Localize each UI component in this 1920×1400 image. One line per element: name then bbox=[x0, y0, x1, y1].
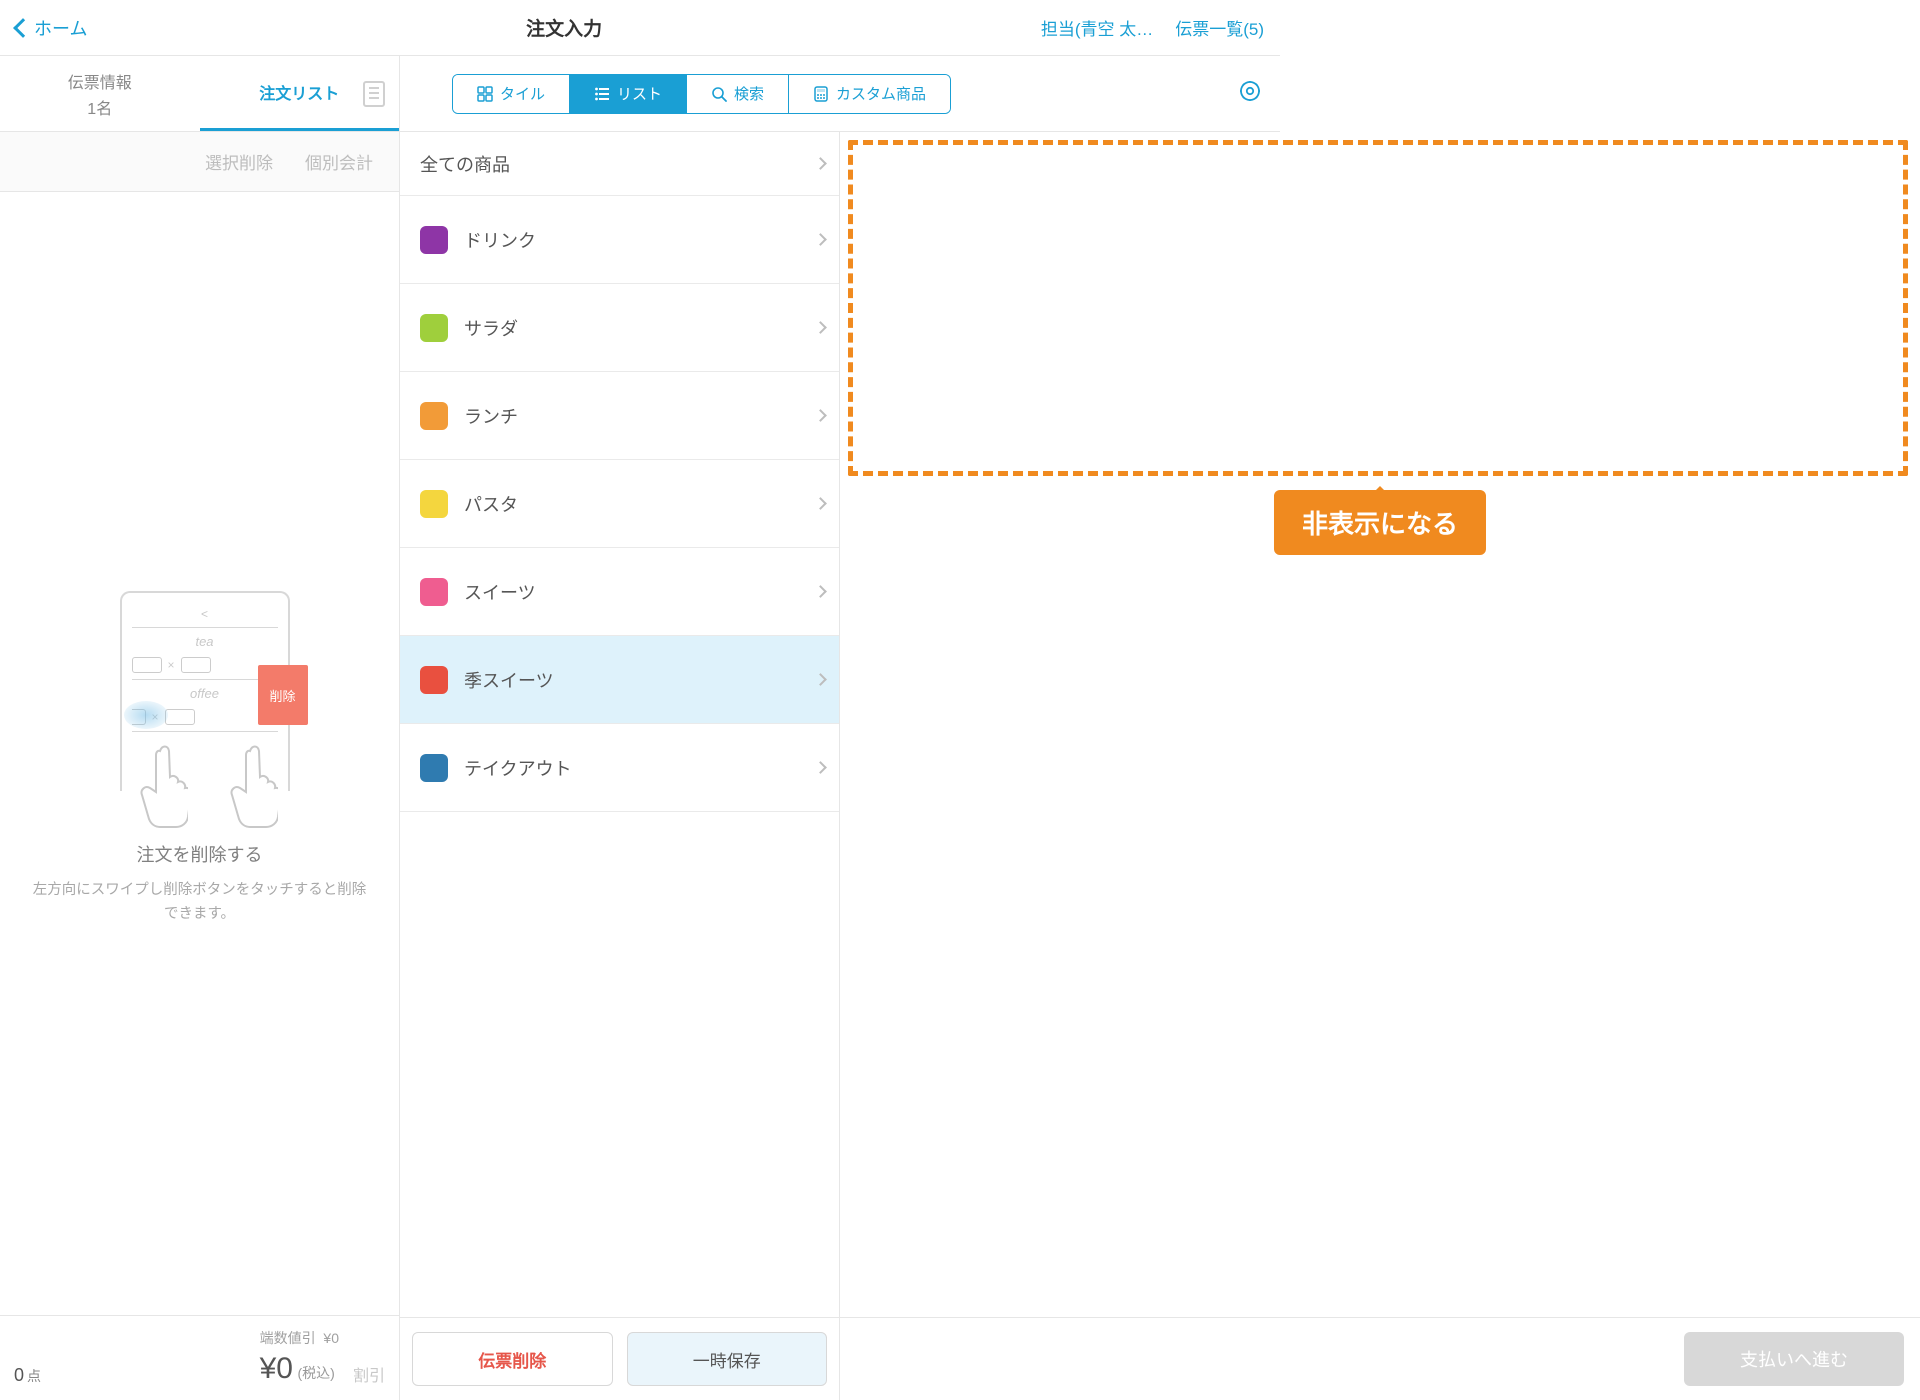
mid-footer: 伝票削除 一時保存 bbox=[400, 1317, 839, 1400]
empty-description: 左方向にスワイプし削除ボタンをタッチすると削除できます。 bbox=[30, 879, 369, 925]
view-toggle: タイル リスト 検索 カスタム商品 bbox=[452, 74, 951, 114]
view-search-label: 検索 bbox=[734, 83, 764, 104]
view-custom-label: カスタム商品 bbox=[836, 83, 926, 104]
tab-slip-people-label: 1名 bbox=[87, 95, 112, 119]
select-delete-button[interactable]: 選択削除 bbox=[205, 149, 273, 174]
chevron-right-icon bbox=[814, 157, 827, 170]
rounding-label: 端数値引 bbox=[260, 1330, 316, 1346]
page-title: 注文入力 bbox=[526, 14, 602, 41]
hand-icon bbox=[138, 739, 188, 829]
order-list-panel: 選択削除 個別会計 < tea × offee × 削除 bbox=[0, 132, 400, 1400]
empty-title: 注文を削除する bbox=[137, 841, 263, 867]
category-label: パスタ bbox=[464, 491, 800, 517]
home-label: ホーム bbox=[34, 15, 87, 41]
view-search-button[interactable]: 検索 bbox=[687, 75, 789, 113]
category-panel: 全ての商品 ドリンクサラダランチパスタスイーツ季スイーツテイクアウト 伝票削除 … bbox=[400, 132, 840, 1400]
category-item[interactable]: スイーツ bbox=[400, 548, 839, 636]
rounding-value: ¥0 bbox=[323, 1330, 339, 1346]
chevron-left-icon bbox=[13, 18, 33, 38]
top-bar: ホーム 注文入力 担当(青空 太… 伝票一覧(5) bbox=[0, 0, 1280, 56]
color-swatch bbox=[420, 402, 448, 430]
view-toggle-row: タイル リスト 検索 カスタム商品 bbox=[400, 56, 1280, 131]
category-item[interactable]: ドリンク bbox=[400, 196, 839, 284]
chevron-right-icon bbox=[814, 233, 827, 246]
category-label: ランチ bbox=[464, 403, 800, 429]
search-icon bbox=[711, 86, 727, 102]
staff-button[interactable]: 担当(青空 太… bbox=[1041, 15, 1153, 40]
color-swatch bbox=[420, 666, 448, 694]
top-right-actions: 担当(青空 太… 伝票一覧(5) bbox=[1041, 15, 1264, 40]
chevron-right-icon bbox=[814, 321, 827, 334]
empty-state: < tea × offee × 削除 注文を削除する 左方向にスワイプし削除ボタ… bbox=[0, 192, 399, 1315]
delete-slip-button[interactable]: 伝票削除 bbox=[412, 1332, 613, 1386]
rounding-row: 端数値引 ¥0 bbox=[260, 1328, 339, 1348]
category-item[interactable]: サラダ bbox=[400, 284, 839, 372]
sub-header: 伝票情報 1名 注文リスト タイル リスト 検索 カスタム商品 bbox=[0, 56, 1280, 132]
color-swatch bbox=[420, 578, 448, 606]
chevron-right-icon bbox=[814, 761, 827, 774]
grid-icon bbox=[477, 86, 493, 102]
split-bill-button[interactable]: 個別会計 bbox=[305, 149, 373, 174]
view-tile-button[interactable]: タイル bbox=[453, 75, 570, 113]
left-tabs: 伝票情報 1名 注文リスト bbox=[0, 56, 400, 131]
total-amount: ¥0 bbox=[260, 1352, 293, 1385]
order-actions: 選択削除 個別会計 bbox=[0, 132, 399, 192]
right-footer: 支払いへ進む bbox=[840, 1317, 1920, 1400]
swipe-delete-illustration: < tea × offee × 削除 bbox=[90, 581, 310, 821]
category-item[interactable]: パスタ bbox=[400, 460, 839, 548]
category-item[interactable]: ランチ bbox=[400, 372, 839, 460]
chevron-right-icon bbox=[814, 409, 827, 422]
color-swatch bbox=[420, 314, 448, 342]
color-swatch bbox=[420, 490, 448, 518]
color-swatch bbox=[420, 754, 448, 782]
view-list-button[interactable]: リスト bbox=[570, 75, 687, 113]
category-label: 季スイーツ bbox=[464, 667, 800, 693]
chevron-right-icon bbox=[814, 673, 827, 686]
receipt-icon[interactable] bbox=[363, 81, 385, 107]
illus-item2: offee bbox=[132, 686, 278, 701]
view-custom-button[interactable]: カスタム商品 bbox=[789, 75, 950, 113]
chevron-right-icon bbox=[814, 497, 827, 510]
category-label: サラダ bbox=[464, 315, 800, 341]
product-panel: 非表示になる 支払いへ進む bbox=[840, 132, 1920, 1400]
chevron-right-icon bbox=[814, 585, 827, 598]
item-count: 0 点 bbox=[14, 1365, 41, 1386]
category-all[interactable]: 全ての商品 bbox=[400, 132, 839, 196]
list-icon bbox=[594, 86, 610, 102]
category-label: ドリンク bbox=[464, 227, 800, 253]
tab-slip-info-label: 伝票情報 bbox=[68, 69, 132, 93]
view-list-label: リスト bbox=[617, 83, 662, 104]
view-tile-label: タイル bbox=[500, 83, 545, 104]
category-label: スイーツ bbox=[464, 579, 800, 605]
illus-item1: tea bbox=[132, 634, 278, 649]
illus-delete-chip: 削除 bbox=[258, 665, 308, 725]
tab-order-list-label: 注文リスト bbox=[259, 80, 339, 104]
discount-button[interactable]: 割引 bbox=[353, 1362, 385, 1386]
settings-button[interactable] bbox=[1238, 79, 1262, 108]
hand-icon bbox=[228, 739, 278, 829]
item-count-unit: 点 bbox=[27, 1366, 41, 1386]
order-footer: 0 点 端数値引 ¥0 ¥0 (税込) 割引 bbox=[0, 1315, 399, 1400]
category-list: 全ての商品 ドリンクサラダランチパスタスイーツ季スイーツテイクアウト bbox=[400, 132, 839, 1317]
slip-list-button[interactable]: 伝票一覧(5) bbox=[1175, 15, 1264, 40]
color-swatch bbox=[420, 226, 448, 254]
item-count-value: 0 bbox=[14, 1365, 24, 1386]
category-item[interactable]: 季スイーツ bbox=[400, 636, 839, 724]
category-item[interactable]: テイクアウト bbox=[400, 724, 839, 812]
calculator-icon bbox=[813, 86, 829, 102]
category-all-label: 全ての商品 bbox=[420, 151, 800, 177]
temp-save-button[interactable]: 一時保存 bbox=[627, 1332, 828, 1386]
annotation-highlight-box bbox=[848, 140, 1908, 476]
back-home-button[interactable]: ホーム bbox=[16, 15, 87, 41]
category-label: テイクアウト bbox=[464, 755, 800, 781]
tax-label: (税込) bbox=[297, 1365, 334, 1381]
annotation-callout: 非表示になる bbox=[1274, 490, 1486, 555]
tab-slip-info[interactable]: 伝票情報 1名 bbox=[0, 56, 200, 131]
proceed-payment-button[interactable]: 支払いへ進む bbox=[1684, 1332, 1904, 1386]
gear-icon bbox=[1238, 79, 1262, 103]
